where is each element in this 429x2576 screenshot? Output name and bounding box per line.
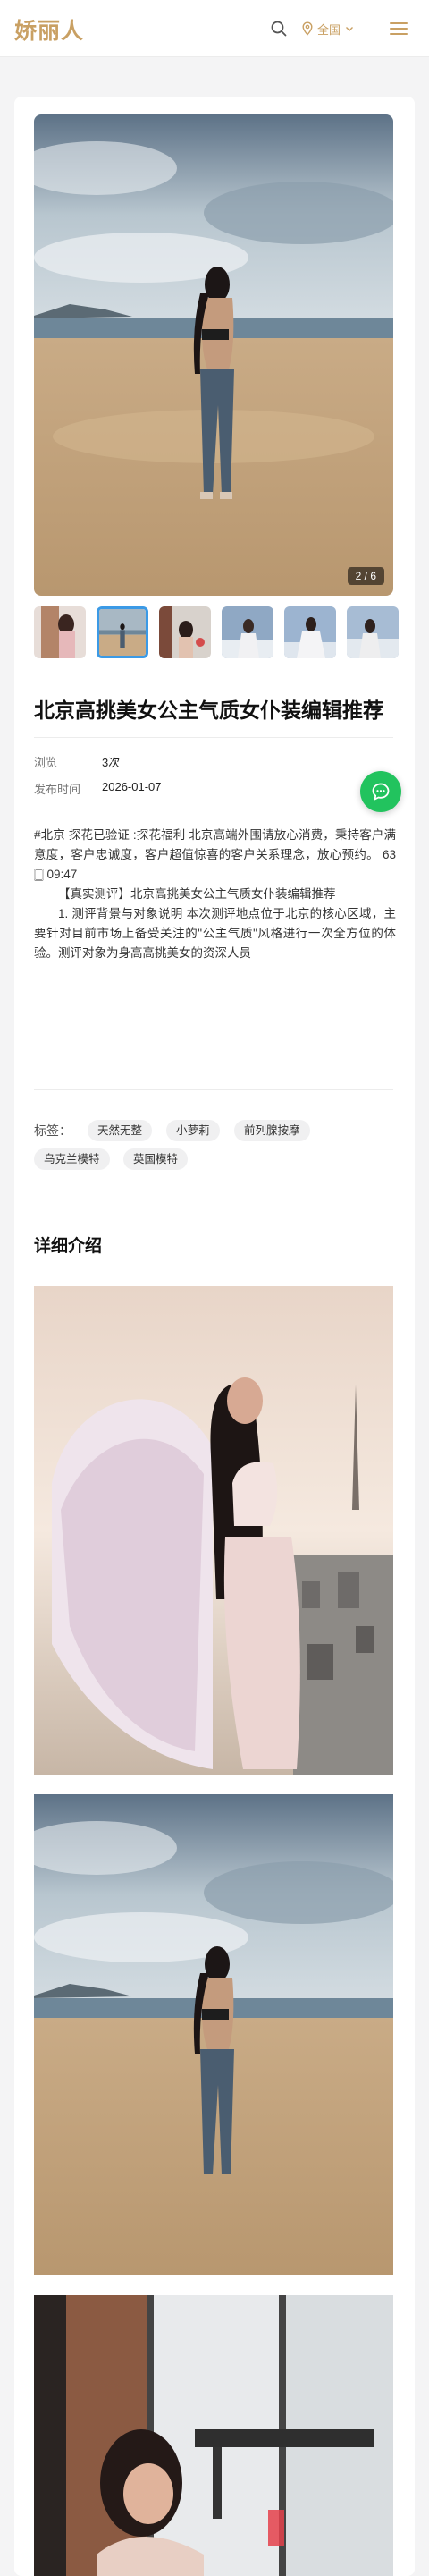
description-paragraph-3: 1. 测评背景与对象说明 本次测评地点位于北京的核心区域，主要针对目前市场上备受… bbox=[34, 907, 396, 960]
chat-bubble-icon bbox=[372, 783, 390, 801]
chat-button[interactable] bbox=[360, 771, 401, 812]
photo-counter: 2 / 6 bbox=[347, 567, 384, 585]
tag-item[interactable]: 天然无整 bbox=[88, 1120, 153, 1141]
thumbnail-6[interactable] bbox=[347, 606, 399, 658]
thumbnail-5[interactable] bbox=[284, 606, 336, 658]
detail-image-3[interactable] bbox=[34, 2295, 393, 2576]
page-title: 北京高挑美女公主气质女仆装编辑推荐 bbox=[34, 699, 383, 722]
beach-photo-2 bbox=[34, 1794, 393, 2275]
views-label: 浏览 bbox=[34, 756, 58, 769]
description: #北京 探花已验证 :探花福利 北京高端外围请放心消费，秉持客户满意度，客户忠诚… bbox=[34, 826, 396, 963]
menu-button[interactable] bbox=[386, 16, 411, 41]
thumbnail-3[interactable] bbox=[159, 606, 211, 658]
thumbnail-3-image bbox=[159, 606, 211, 658]
views-value: 3次 bbox=[102, 756, 121, 769]
thumbnail-1[interactable] bbox=[34, 606, 86, 658]
thumbnail-5-image bbox=[284, 606, 336, 658]
top-header: 娇丽人 全国 bbox=[0, 0, 429, 57]
chevron-down-icon bbox=[346, 27, 354, 31]
thumbnail-2-image bbox=[99, 609, 146, 656]
region-selector[interactable]: 全国 bbox=[301, 16, 373, 41]
desc-divider bbox=[34, 1089, 393, 1090]
angel-wings-photo bbox=[34, 1286, 393, 1775]
search-icon bbox=[271, 21, 287, 37]
main-photo[interactable]: 2 / 6 bbox=[34, 114, 393, 596]
content-card: 2 / 6 北京高挑美女公主气质女仆装编辑推荐 浏览 3次 发布时间 2026-… bbox=[14, 97, 415, 2576]
restaurant-photo bbox=[34, 2295, 393, 2576]
thumbnail-1-image bbox=[34, 606, 86, 658]
publish-date-label: 发布时间 bbox=[34, 783, 81, 796]
tag-item[interactable]: 英国模特 bbox=[123, 1148, 189, 1170]
description-paragraph-2: 【真实测评】北京高挑美女公主气质女仆装编辑推荐 bbox=[58, 887, 336, 901]
thumbnail-4[interactable] bbox=[222, 606, 273, 658]
publish-date-value: 2026-01-07 bbox=[102, 780, 162, 793]
tag-item[interactable]: 小萝莉 bbox=[166, 1120, 220, 1141]
tag-item[interactable]: 乌克兰模特 bbox=[34, 1148, 110, 1170]
tags-label: 标签： bbox=[34, 1123, 72, 1138]
thumbnail-6-image bbox=[347, 606, 399, 658]
thumbnail-4-image bbox=[222, 606, 273, 658]
hamburger-menu-icon bbox=[390, 22, 408, 35]
thumbnail-2[interactable] bbox=[97, 606, 148, 658]
tag-item[interactable]: 前列腺按摩 bbox=[234, 1120, 310, 1141]
detail-section-title: 详细介绍 bbox=[34, 1237, 103, 1256]
beach-photo bbox=[34, 114, 393, 596]
site-logo[interactable]: 娇丽人 bbox=[14, 13, 84, 46]
thumbnail-strip bbox=[34, 606, 409, 660]
region-label: 全国 bbox=[317, 22, 341, 37]
title-divider bbox=[34, 737, 393, 738]
location-pin-icon bbox=[302, 21, 313, 36]
description-paragraph-1: #北京 探花已验证 :探花福利 北京高端外围请放心消费，秉持客户满意度，客户忠诚… bbox=[34, 828, 396, 881]
search-button[interactable] bbox=[266, 16, 291, 41]
detail-image-1[interactable] bbox=[34, 1286, 393, 1775]
detail-image-2[interactable] bbox=[34, 1794, 393, 2275]
